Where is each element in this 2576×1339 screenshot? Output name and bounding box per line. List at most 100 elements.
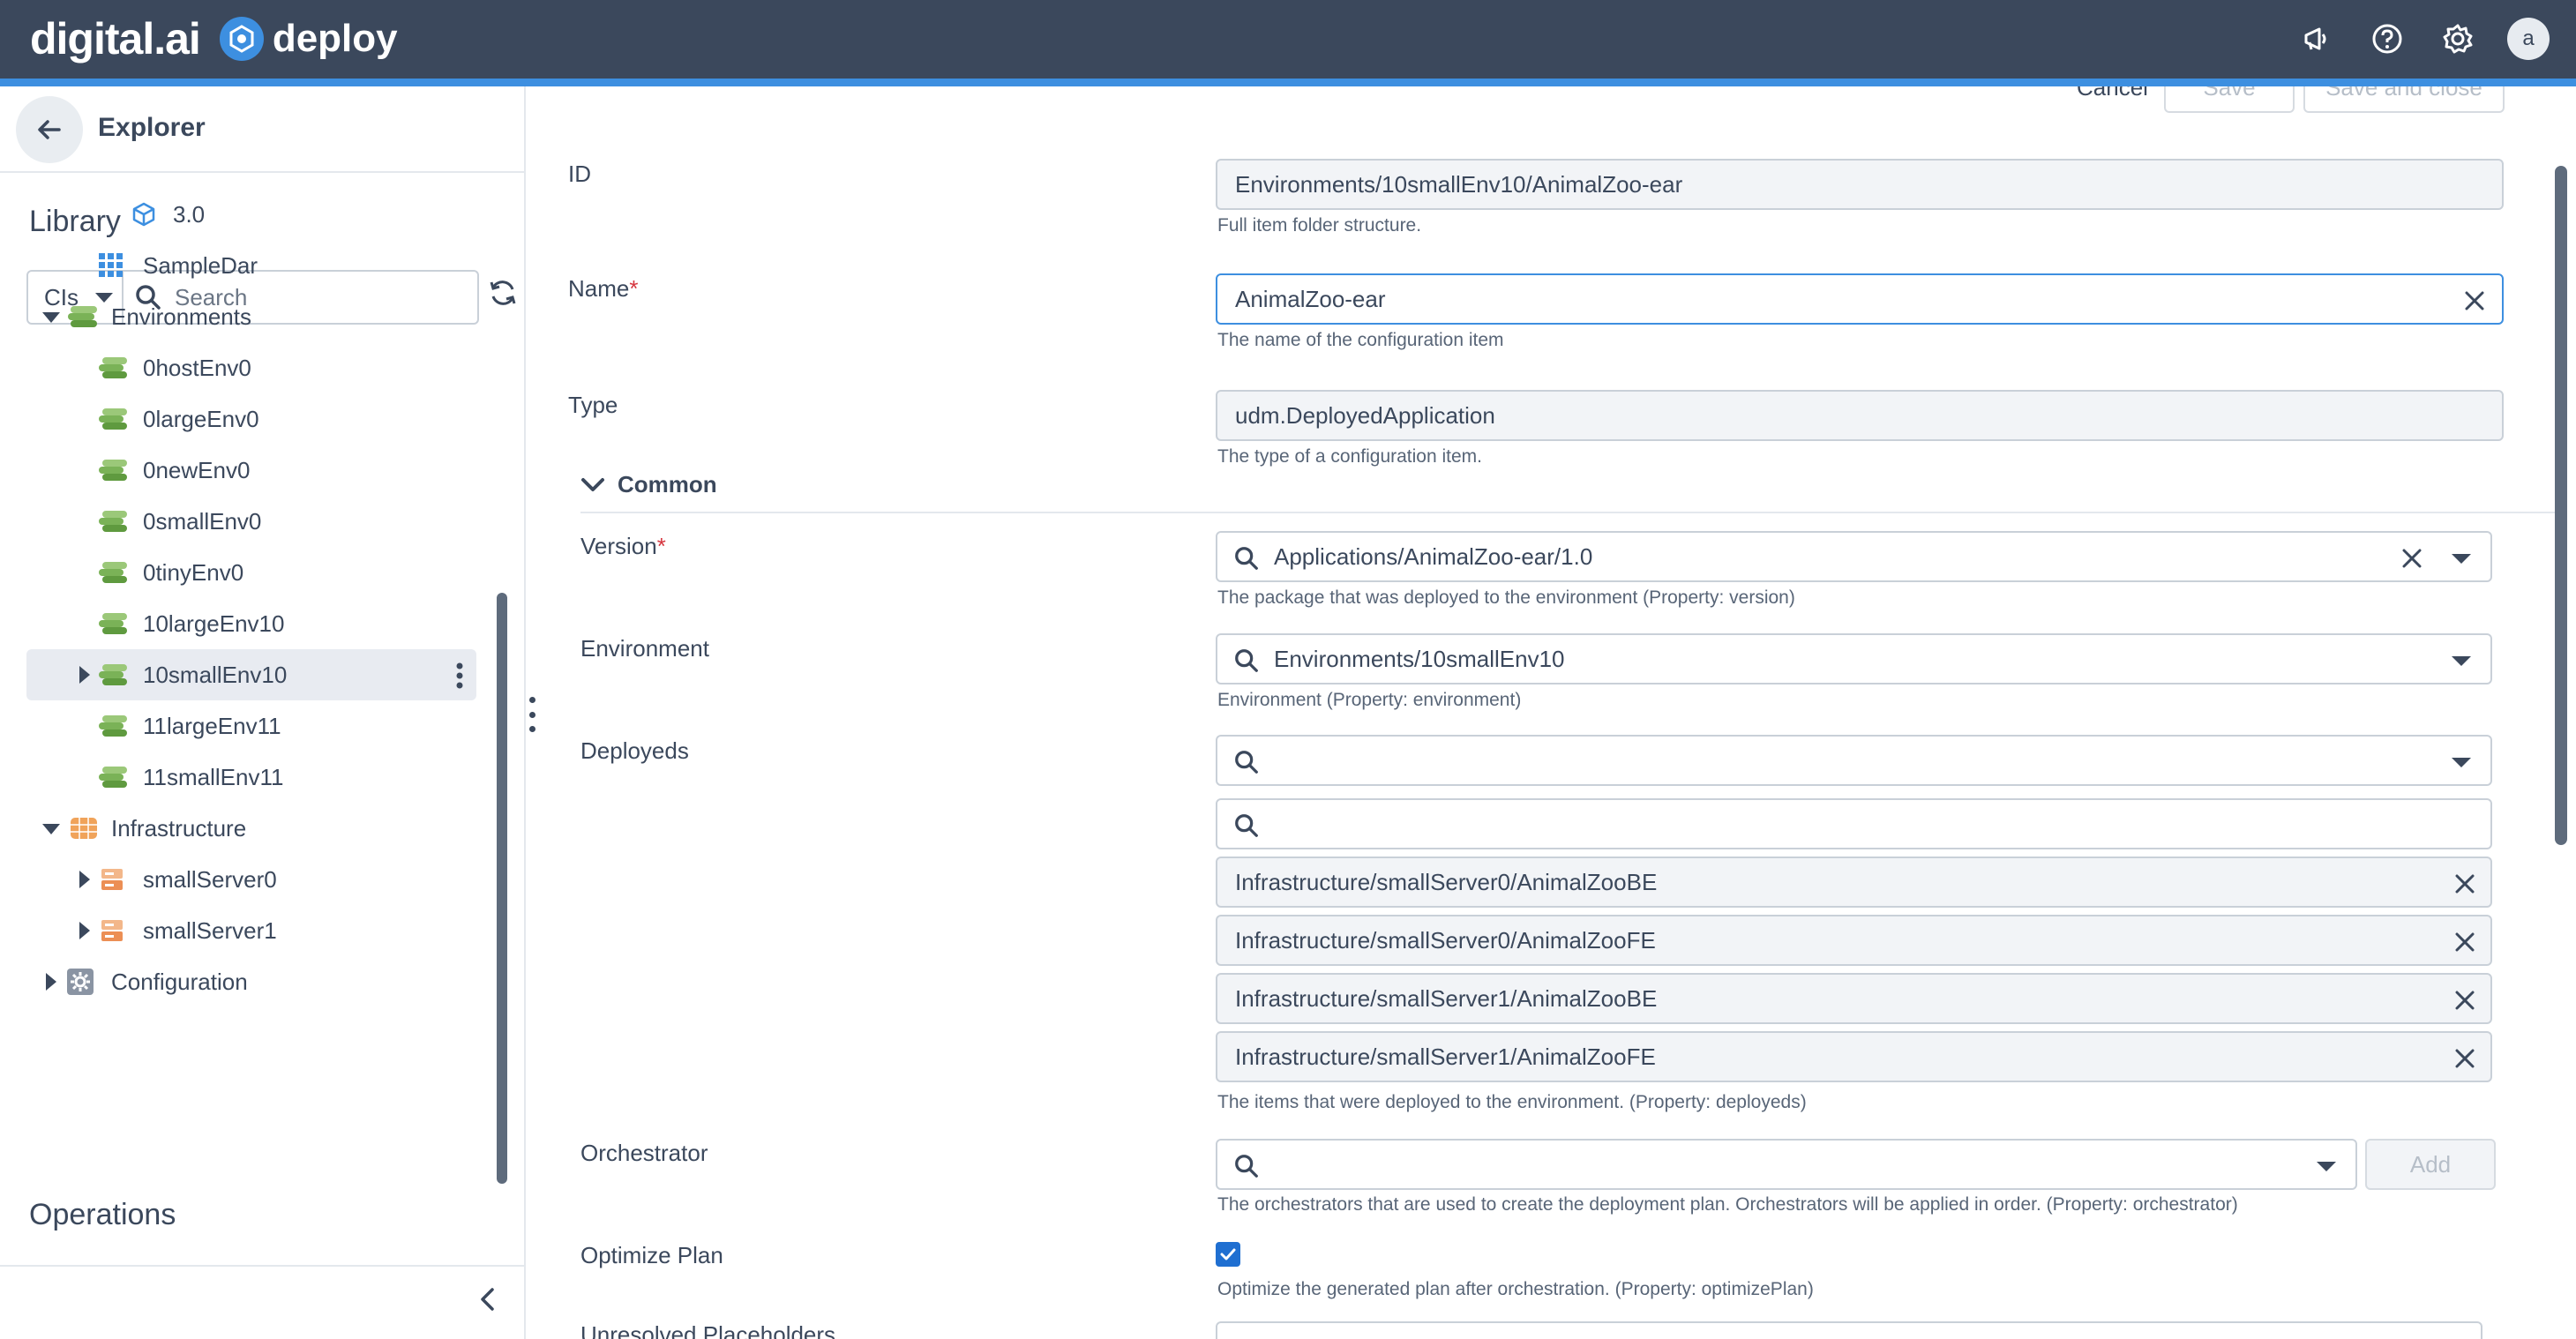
caret-down-icon[interactable] (42, 824, 60, 834)
environment-label: Environment (580, 635, 709, 662)
orchestrator-help: The orchestrators that are used to creat… (1217, 1194, 2238, 1215)
chevron-down-icon[interactable] (2452, 554, 2471, 564)
clear-icon[interactable] (2400, 547, 2423, 576)
environment-icon (99, 408, 127, 430)
tree-item-label: 11smallEnv11 (143, 763, 284, 790)
type-label: Type (568, 392, 618, 418)
infrastructure-icon (71, 818, 97, 839)
more-vertical-icon[interactable] (455, 662, 464, 696)
product-name: deploy (272, 17, 398, 60)
remove-icon[interactable] (2453, 989, 2476, 1018)
name-field[interactable]: AnimalZoo-ear (1216, 273, 2504, 325)
top-bar-accent (0, 79, 2576, 86)
deployed-item: Infrastructure/smallServer0/AnimalZooBE (1216, 857, 2492, 908)
server-icon (101, 920, 123, 941)
tree-item-label: 0newEnv0 (143, 456, 251, 483)
tree-item[interactable]: 0tinyEnv0 (97, 547, 475, 598)
tree-item-selected[interactable]: 10smallEnv10 (26, 649, 476, 700)
refresh-icon[interactable] (487, 277, 519, 313)
arrow-left-icon (38, 120, 61, 139)
unresolved-placeholders-field[interactable] (1216, 1321, 2482, 1339)
avatar[interactable]: a (2507, 18, 2550, 60)
brand-name: digital.ai (30, 14, 201, 64)
explorer-header: Explorer (0, 86, 524, 173)
brand-logo[interactable]: digital.ai deploy (30, 12, 398, 65)
tree-item[interactable]: 11smallEnv11 (97, 752, 475, 803)
divider (0, 1265, 524, 1267)
main-scrollbar[interactable] (2555, 166, 2567, 845)
chevron-down-icon[interactable] (2317, 1162, 2336, 1171)
megaphone-icon[interactable] (2295, 18, 2338, 60)
environment-select[interactable]: Environments/10smallEnv10 (1216, 633, 2492, 684)
save-button[interactable]: Save (2164, 86, 2295, 113)
caret-right-icon[interactable] (46, 973, 56, 991)
tree-item-label: 10largeEnv10 (143, 610, 285, 637)
deployed-item: Infrastructure/smallServer1/AnimalZooFE (1216, 1031, 2492, 1082)
environment-icon (99, 562, 127, 583)
name-label: Name* (568, 275, 639, 302)
caret-right-icon[interactable] (79, 922, 90, 939)
unresolved-placeholders-label: Unresolved Placeholders (580, 1321, 836, 1339)
collapse-sidebar-icon[interactable] (473, 1284, 503, 1319)
clear-icon[interactable] (2463, 289, 2486, 318)
tree-item-infrastructure[interactable]: Infrastructure (35, 803, 475, 854)
chevron-down-icon[interactable] (2452, 656, 2471, 666)
chevron-down-icon[interactable] (2452, 758, 2471, 767)
add-orchestrator-button[interactable]: Add (2365, 1139, 2496, 1190)
environment-value: Environments/10smallEnv10 (1274, 645, 1565, 672)
sidebar: Explorer Library CIs Search 3.0 SampleDa… (0, 86, 526, 1339)
optimize-plan-help: Optimize the generated plan after orches… (1217, 1279, 1814, 1299)
sidebar-scrollbar[interactable] (497, 593, 507, 1184)
tree-item[interactable]: smallServer1 (62, 905, 475, 956)
name-value: AnimalZoo-ear (1235, 285, 1386, 312)
deployed-item: Infrastructure/smallServer0/AnimalZooFE (1216, 915, 2492, 966)
orchestrator-select[interactable] (1216, 1139, 2357, 1190)
library-title: Library (29, 205, 121, 238)
common-section-toggle[interactable]: Common (580, 471, 717, 498)
remove-icon[interactable] (2453, 1047, 2476, 1076)
help-icon[interactable] (2366, 18, 2408, 60)
deployed-item-label: Infrastructure/smallServer1/AnimalZooFE (1235, 1043, 1656, 1070)
deployed-item-label: Infrastructure/smallServer0/AnimalZooBE (1235, 868, 1658, 895)
tree-item[interactable]: 0smallEnv0 (97, 496, 475, 547)
tree-item[interactable]: 0newEnv0 (97, 445, 475, 496)
tree-item[interactable]: 3.0 (131, 189, 475, 240)
tree-item-label: smallServer0 (143, 865, 277, 893)
tree-item[interactable]: SampleDar (97, 240, 475, 291)
cancel-button[interactable]: Cancel (2077, 86, 2148, 101)
optimize-plan-checkbox[interactable] (1216, 1242, 1240, 1267)
chevron-down-icon (581, 477, 604, 491)
remove-icon[interactable] (2453, 931, 2476, 960)
tree-item[interactable]: 11largeEnv11 (97, 700, 475, 752)
environment-icon (99, 767, 127, 788)
tree-item-label: Configuration (111, 968, 248, 995)
tree-item-label: 0hostEnv0 (143, 354, 251, 381)
remove-icon[interactable] (2453, 872, 2476, 901)
tree-item-label: 3.0 (173, 200, 206, 228)
tree-item[interactable]: 10largeEnv10 (97, 598, 475, 649)
tree-item[interactable]: 0largeEnv0 (97, 393, 475, 445)
id-field[interactable]: Environments/10smallEnv10/AnimalZoo-ear (1216, 159, 2504, 210)
caret-right-icon[interactable] (79, 666, 90, 684)
back-button[interactable] (16, 96, 83, 163)
configuration-icon (67, 969, 94, 995)
type-value: udm.DeployedApplication (1235, 401, 1495, 429)
type-field[interactable]: udm.DeployedApplication (1216, 390, 2504, 441)
environment-icon (99, 715, 127, 737)
version-select[interactable]: Applications/AnimalZoo-ear/1.0 (1216, 531, 2492, 582)
deployed-item-label: Infrastructure/smallServer1/AnimalZooBE (1235, 984, 1658, 1012)
tree-item-configuration[interactable]: Configuration (35, 956, 475, 1007)
optimize-plan-label: Optimize Plan (580, 1242, 723, 1268)
tree-item-environments[interactable]: Environments (35, 291, 475, 342)
gear-icon[interactable] (2437, 18, 2479, 60)
tree-item[interactable]: 0hostEnv0 (97, 342, 475, 393)
search-icon (1233, 545, 1260, 578)
tree-item[interactable]: smallServer0 (62, 854, 475, 905)
caret-right-icon[interactable] (79, 871, 90, 888)
environments-icon (68, 306, 97, 327)
deployeds-filter-input[interactable] (1216, 798, 2492, 849)
environment-icon (99, 613, 127, 634)
caret-down-icon[interactable] (42, 312, 60, 323)
save-and-close-button[interactable]: Save and close (2303, 86, 2505, 113)
deployeds-select[interactable] (1216, 735, 2492, 786)
